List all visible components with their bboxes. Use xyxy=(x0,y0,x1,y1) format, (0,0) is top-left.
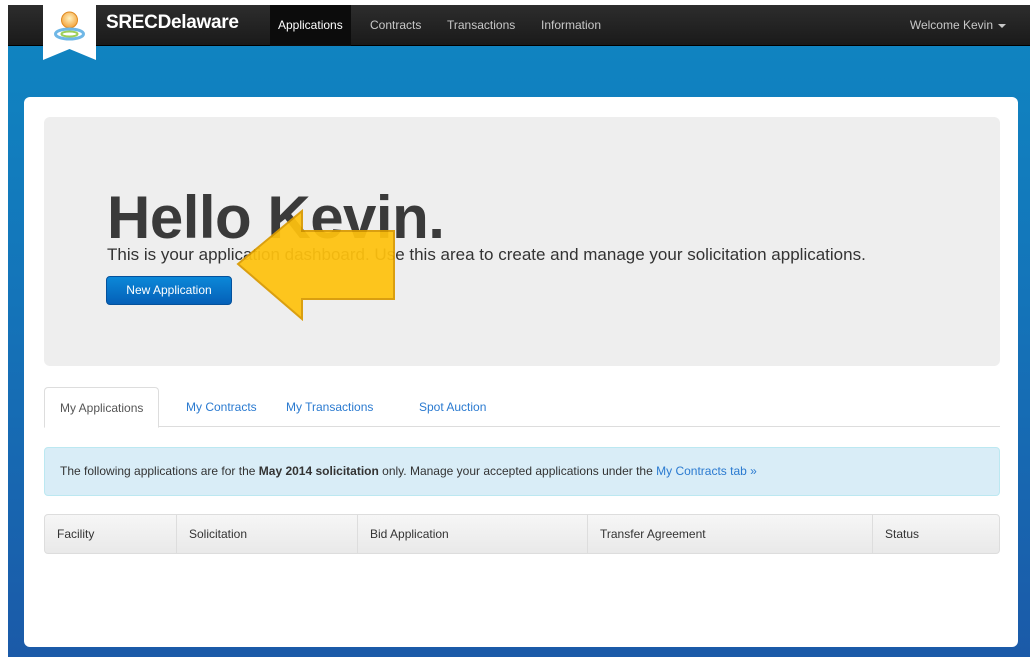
yellow-arrow-left-icon xyxy=(236,209,395,321)
nav-transactions[interactable]: Transactions xyxy=(439,5,523,46)
tab-spot-auction[interactable]: Spot Auction xyxy=(404,387,501,427)
sun-person-logo-icon xyxy=(54,11,85,41)
tab-my-transactions[interactable]: My Transactions xyxy=(271,387,388,427)
logo-badge[interactable] xyxy=(43,5,96,60)
column-header-transfer-agreement[interactable]: Transfer Agreement xyxy=(588,515,873,553)
brand-name[interactable]: SRECDelaware xyxy=(106,12,239,34)
column-header-bid-application[interactable]: Bid Application xyxy=(358,515,588,553)
applications-table: Facility Solicitation Bid Application Tr… xyxy=(44,514,1000,554)
user-menu-label: Welcome Kevin xyxy=(909,18,993,32)
dashboard-tabs: My Applications My Contracts My Transact… xyxy=(44,387,1000,428)
column-header-solicitation[interactable]: Solicitation xyxy=(177,515,358,553)
nav-contracts[interactable]: Contracts xyxy=(362,5,429,46)
my-contracts-link[interactable]: My Contracts tab » xyxy=(656,464,757,478)
alert-solicitation: May 2014 solicitation xyxy=(258,464,379,478)
alert-text-prefix: The following applications are for the xyxy=(60,464,259,478)
main-panel: Hello Kevin. This is your application da… xyxy=(24,97,1018,647)
app-background: SRECDelaware Applications Contracts Tran… xyxy=(8,5,1030,657)
info-alert: The following applications are for the M… xyxy=(44,447,1000,496)
caret-down-icon xyxy=(998,23,1006,28)
hero-subtitle: This is your application dashboard. Use … xyxy=(107,245,866,264)
column-header-facility[interactable]: Facility xyxy=(45,515,177,553)
nav-information[interactable]: Information xyxy=(533,5,609,46)
tab-my-contracts[interactable]: My Contracts xyxy=(171,387,272,427)
top-navbar: SRECDelaware Applications Contracts Tran… xyxy=(8,5,1030,60)
tab-my-applications[interactable]: My Applications xyxy=(44,387,160,428)
new-application-button[interactable]: New Application xyxy=(106,276,232,305)
hero-jumbotron: Hello Kevin. This is your application da… xyxy=(44,117,1000,366)
column-header-status[interactable]: Status xyxy=(873,515,999,553)
alert-text-middle: only. Manage your accepted applications … xyxy=(378,464,657,478)
nav-applications[interactable]: Applications xyxy=(270,5,351,46)
user-menu[interactable]: Welcome Kevin xyxy=(910,5,1006,46)
